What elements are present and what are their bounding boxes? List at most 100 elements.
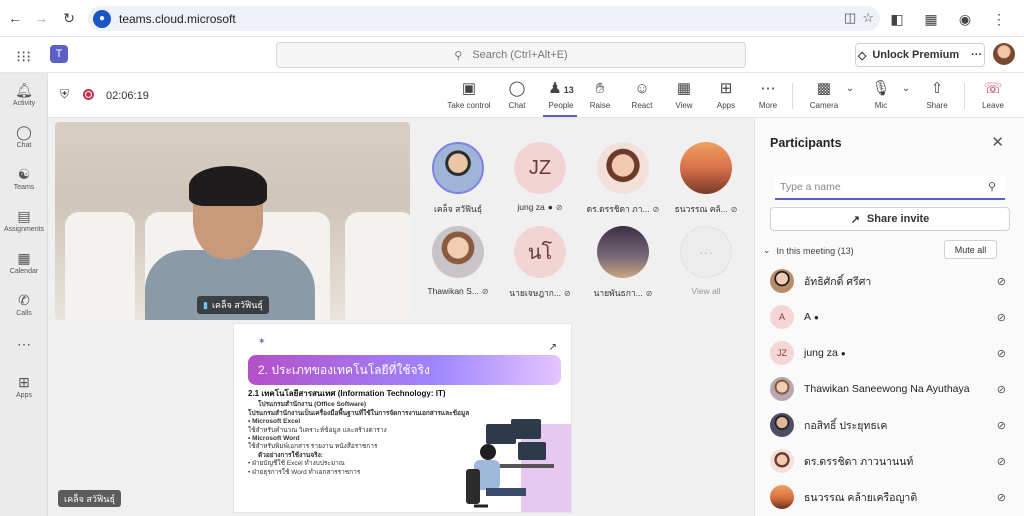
raise-button[interactable]: ✋︎ Raise <box>586 79 614 110</box>
people-button[interactable]: ♟ 13 People <box>543 79 579 110</box>
participant-row[interactable]: กอสิทธิ์ ประยุทธเค ⊘ <box>770 411 1010 439</box>
rail-activity[interactable]: 🔔︎ Activity <box>0 81 48 107</box>
mic-options-button[interactable]: ⌄ <box>900 79 912 99</box>
apps-button[interactable]: ⊞ Apps <box>712 79 740 110</box>
recording-icon <box>83 89 94 100</box>
participant-avatar: JZ <box>514 142 566 194</box>
rail-more[interactable]: ⋯ <box>0 335 48 353</box>
star-icon[interactable]: ☆ <box>862 10 874 26</box>
more-icon[interactable]: ··· <box>971 49 982 61</box>
panel-title: Participants <box>770 136 842 150</box>
speaker-video-tile[interactable] <box>55 122 410 320</box>
participant-avatar: A <box>770 305 794 329</box>
mic-off-icon[interactable]: ⊘ <box>997 383 1006 396</box>
mic-off-icon: ⊘ <box>652 204 660 214</box>
gallery-tile[interactable]: Thawikan S... ⊘ <box>418 226 498 296</box>
meeting-timer: 02:06:19 <box>106 90 149 102</box>
apps-icon: ⊞ <box>719 80 733 97</box>
address-bar[interactable]: ● teams.cloud.microsoft ◫ ☆ <box>88 6 880 31</box>
participant-avatar <box>770 413 794 437</box>
people-tab-indicator <box>543 115 577 117</box>
view-all-tile[interactable]: ··· View all <box>666 226 746 296</box>
leave-button[interactable]: ☏ Leave <box>978 79 1008 110</box>
teams-logo-icon: T <box>50 45 68 63</box>
app-launcher-icon[interactable]: ⁝⁝⁝ <box>16 47 31 67</box>
participant-row[interactable]: Thawikan Saneewong Na Ayuthaya ⊘ <box>770 375 1010 403</box>
participants-panel: Participants ✕ ⚲ ↗ Share invite ⌄ In thi… <box>754 118 1024 516</box>
search-icon[interactable]: ⚲ <box>988 180 996 193</box>
mic-button[interactable]: 🎙︎ Mic <box>868 79 894 110</box>
share-invite-button[interactable]: ↗ Share invite <box>770 207 1010 231</box>
view-button[interactable]: ▦ View <box>670 79 698 110</box>
reload-icon[interactable]: ↻ <box>56 5 82 31</box>
search-placeholder: Search (Ctrl+Alt+E) <box>472 49 568 61</box>
rail-calls[interactable]: ✆ Calls <box>0 291 48 317</box>
back-icon[interactable]: ← <box>2 5 28 31</box>
search-box[interactable]: ⚲ Search (Ctrl+Alt+E) <box>276 42 746 68</box>
mic-off-icon[interactable]: ⊘ <box>997 491 1006 504</box>
guest-badge-icon: ● <box>840 348 846 358</box>
gallery-tile[interactable]: ธนวรรณ คล้... ⊘ <box>666 142 746 216</box>
sidebar-icon[interactable]: ▦ <box>918 6 944 32</box>
mic-off-icon[interactable]: ⊘ <box>997 347 1006 360</box>
rail-assignments[interactable]: ▤ Assignments <box>0 207 48 233</box>
user-avatar[interactable] <box>993 43 1015 65</box>
participant-avatar <box>432 226 484 278</box>
participant-row[interactable]: ดร.ดรรชิดา ภาวนานนท์ ⊘ <box>770 447 1010 475</box>
unlock-premium-button[interactable]: ◇ Unlock Premium ··· <box>855 43 985 67</box>
rail-teams[interactable]: ☯ Teams <box>0 165 48 191</box>
rail-calendar[interactable]: ▦ Calendar <box>0 249 48 275</box>
menu-icon[interactable]: ⋮ <box>986 6 1012 32</box>
view-icon: ▦ <box>676 80 692 97</box>
gallery-tile[interactable]: นายพันธกา... ⊘ <box>583 226 663 300</box>
participant-row[interactable]: JZ jung za ● ⊘ <box>770 339 1010 367</box>
share-button[interactable]: ⇧ Share <box>923 79 951 110</box>
participant-row[interactable]: A A ● ⊘ <box>770 303 1010 331</box>
chat-icon: ◯ <box>16 124 32 140</box>
install-icon[interactable]: ◫ <box>844 10 856 26</box>
shared-screen[interactable]: ✶ ↗ 2. ประเภทของเทคโนโลยีที่ใช้จริง 2.1 … <box>233 323 572 513</box>
mic-off-icon[interactable]: ⊘ <box>997 311 1006 324</box>
mic-off-icon: ⊘ <box>730 204 738 214</box>
expand-icon[interactable]: ↗ <box>549 342 557 353</box>
mute-all-button[interactable]: Mute all <box>944 240 997 259</box>
participant-row[interactable]: อัทธิศักดิ์ ศรีศา ⊘ <box>770 267 1010 295</box>
background-chair <box>65 212 135 320</box>
gallery-tile[interactable]: นโ นายเจษฎาก... ⊘ <box>500 226 580 300</box>
mic-off-icon: ⊘ <box>481 286 489 296</box>
premium-label: Unlock Premium <box>872 49 960 61</box>
rail-apps[interactable]: ⊞ Apps <box>0 373 48 399</box>
rail-chat[interactable]: ◯ Chat <box>0 123 48 149</box>
extensions-icon[interactable]: ◧ <box>884 6 910 32</box>
mic-off-icon[interactable]: ⊘ <box>997 275 1006 288</box>
diamond-icon: ◇ <box>857 49 867 62</box>
more-button[interactable]: ⋯ More <box>754 79 782 110</box>
camera-options-button[interactable]: ⌄ <box>844 79 856 99</box>
participant-search-input[interactable] <box>775 176 1005 200</box>
forward-icon[interactable]: → <box>28 5 54 31</box>
mic-off-icon: ⊘ <box>564 288 571 298</box>
slide-line: • ฝ่ายบัญชีใช้ Excel ทำงบประมาณ <box>248 460 345 468</box>
gallery-tile[interactable]: เคล็จ สวัฟินธุ์ <box>418 142 498 216</box>
people-icon: ♟ 13 <box>548 80 574 97</box>
gallery-tile[interactable]: JZ jung za ● ⊘ <box>500 142 580 212</box>
chevron-down-icon: ⌄ <box>901 83 911 94</box>
site-info-icon[interactable]: ● <box>93 9 111 28</box>
mic-off-icon[interactable]: ⊘ <box>997 419 1006 432</box>
chat-button[interactable]: ◯ Chat <box>502 79 532 110</box>
hang-up-icon: ☏ <box>983 80 1003 97</box>
participant-row[interactable]: ธนวรรณ คล้ายเครือญาติ ⊘ <box>770 483 1010 511</box>
mic-off-icon[interactable]: ⊘ <box>997 455 1006 468</box>
gallery-tile[interactable]: ดร.ดรรชิดา ภา... ⊘ <box>583 142 663 216</box>
profile-icon[interactable]: ◉ <box>952 6 978 32</box>
slide-body: 2.1 เทคโนโลยีสารสนเทศ (Information Techn… <box>248 389 478 477</box>
in-meeting-section-toggle[interactable]: ⌄ In this meeting (13) <box>763 245 854 256</box>
toolbar-divider <box>792 83 793 109</box>
bell-icon: 🔔︎ <box>15 82 33 98</box>
close-icon[interactable]: ✕ <box>991 133 1004 151</box>
react-button[interactable]: ☺ React <box>628 79 656 110</box>
view-all-avatar: ··· <box>680 226 732 278</box>
take-control-button[interactable]: ▣ Take control <box>446 79 492 110</box>
participant-avatar <box>770 449 794 473</box>
camera-button[interactable]: ▩ Camera <box>806 79 842 110</box>
